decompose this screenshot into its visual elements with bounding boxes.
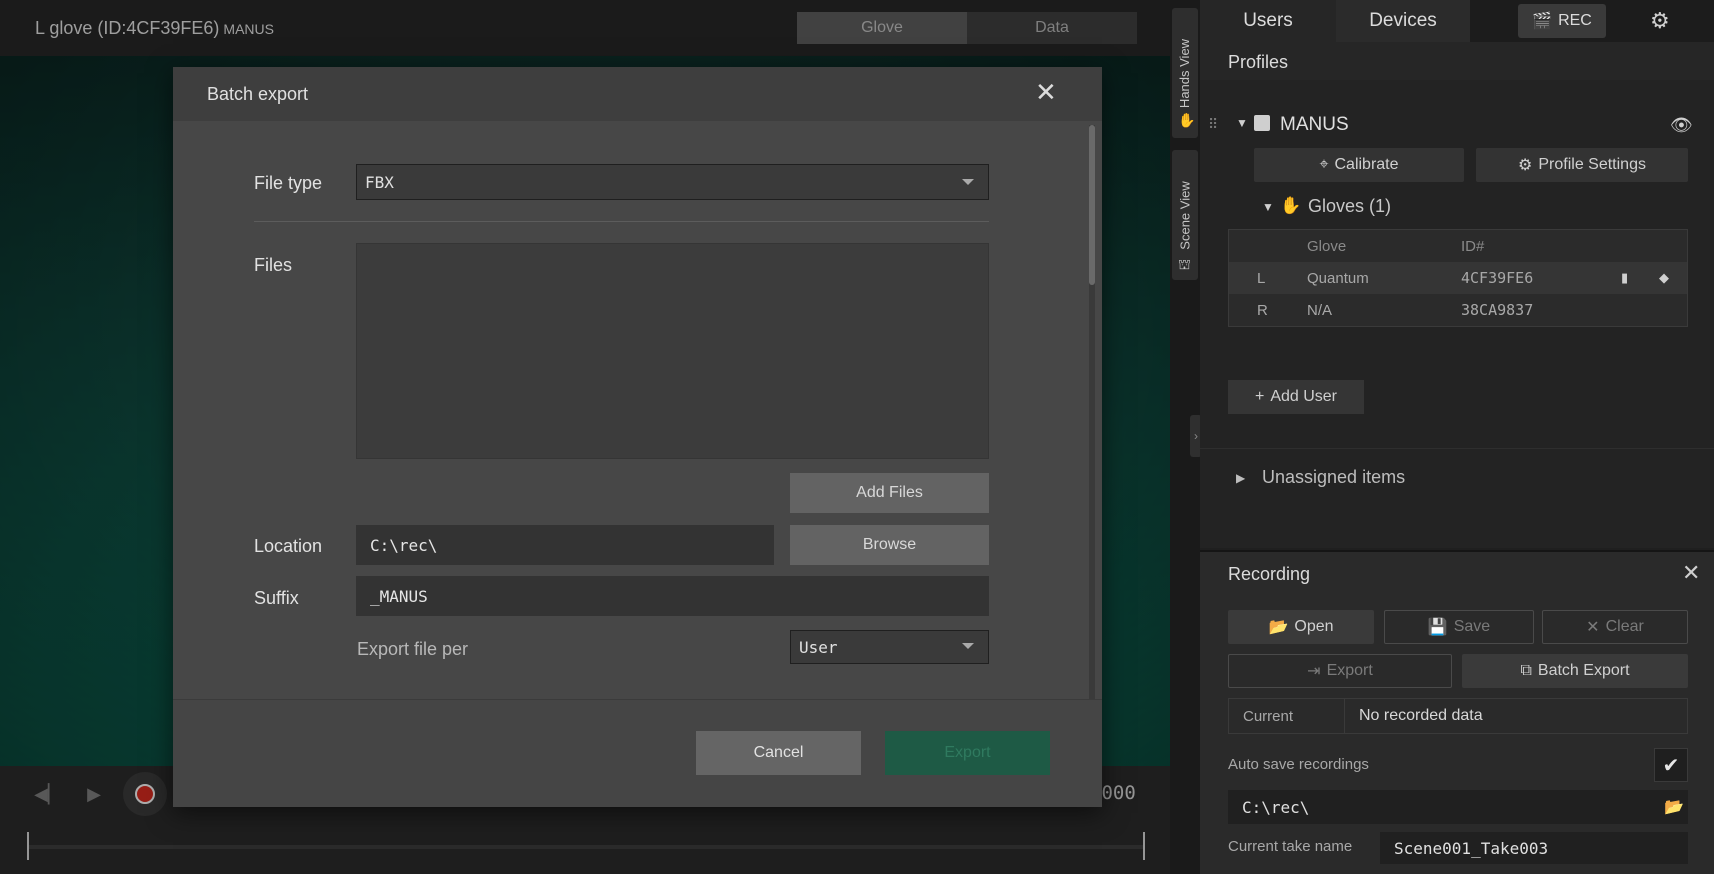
- gear-icon[interactable]: ⚙: [1650, 8, 1670, 34]
- add-user-button[interactable]: + Add User: [1228, 380, 1364, 414]
- dialog-title: Batch export: [207, 84, 309, 104]
- column-header-glove: Glove: [1307, 237, 1347, 255]
- location-label: Location: [254, 536, 323, 556]
- right-panel: Users Devices 🎬 REC ⚙ Profiles ⠿ ▼ MANUS…: [1200, 0, 1714, 874]
- file-type-label: File type: [254, 173, 323, 193]
- take-name-field[interactable]: Scene001_Take003: [1380, 832, 1688, 864]
- current-value: No recorded data: [1359, 707, 1483, 724]
- close-icon[interactable]: ✕: [1682, 560, 1700, 586]
- rec-button-label: REC: [1558, 12, 1592, 29]
- export-label: Export: [1326, 662, 1373, 679]
- files-list[interactable]: [356, 243, 989, 459]
- open-label: Open: [1294, 618, 1334, 635]
- open-button[interactable]: 📂 Open: [1228, 610, 1374, 644]
- hand-icon: ✋: [1280, 196, 1302, 215]
- batch-export-label: Batch Export: [1537, 662, 1630, 679]
- gloves-label: Gloves (1): [1308, 196, 1392, 216]
- tab-users[interactable]: Users: [1200, 0, 1336, 42]
- recording-title: Recording: [1228, 564, 1311, 584]
- glove-id: 38CA9837: [1461, 301, 1534, 319]
- recording-panel: Recording ✕ 📂 Open 💾 Save ✕ Clear ⇥ Expo…: [1200, 550, 1714, 874]
- export-per-value: User: [799, 637, 838, 657]
- file-type-select[interactable]: FBX: [356, 164, 989, 200]
- checkmark-icon: ✔: [1662, 754, 1680, 777]
- batch-export-icon: ⧉: [1520, 662, 1532, 679]
- batch-export-button[interactable]: ⧉ Batch Export: [1462, 654, 1688, 688]
- divider: [254, 221, 989, 222]
- save-button[interactable]: 💾 Save: [1384, 610, 1534, 644]
- profile-name: MANUS: [1280, 114, 1349, 135]
- clapperboard-icon: 🎬: [1532, 13, 1553, 30]
- current-recording-row: Current No recorded data: [1228, 698, 1688, 734]
- x-icon: ✕: [1586, 619, 1600, 636]
- add-user-label: Add User: [1270, 388, 1338, 405]
- current-label: Current: [1229, 699, 1345, 733]
- export-icon: ⇥: [1307, 663, 1321, 680]
- add-files-button[interactable]: Add Files: [790, 473, 989, 513]
- folder-icon: 📂: [1268, 619, 1289, 636]
- profile-settings-label: Profile Settings: [1538, 156, 1646, 173]
- gloves-table: Glove ID# L Quantum 4CF39FE6 ▮ ◆ R N/A 3…: [1228, 229, 1688, 327]
- glove-id: 4CF39FE6: [1461, 269, 1534, 287]
- clear-label: Clear: [1605, 618, 1644, 635]
- export-button[interactable]: Export: [885, 731, 1050, 775]
- export-per-label: Export file per: [357, 639, 469, 659]
- save-label: Save: [1453, 618, 1491, 635]
- plus-icon: +: [1254, 388, 1265, 405]
- dialog-header: Batch export ✕: [173, 67, 1102, 121]
- dialog-scrollbar-thumb[interactable]: [1089, 125, 1095, 285]
- profile-settings-button[interactable]: ⚙ Profile Settings: [1476, 148, 1688, 182]
- suffix-input[interactable]: _MANUS: [356, 576, 989, 616]
- location-input[interactable]: C:\rec\: [356, 525, 774, 565]
- glove-type: Quantum: [1307, 269, 1369, 287]
- eye-icon[interactable]: 👁: [1670, 115, 1693, 136]
- folder-icon[interactable]: 📂: [1664, 797, 1684, 817]
- column-header-id: ID#: [1461, 237, 1485, 255]
- caret-down-icon[interactable]: ▼: [1262, 200, 1274, 214]
- crosshair-icon: ⌖: [1319, 156, 1329, 173]
- clear-button[interactable]: ✕ Clear: [1542, 610, 1688, 644]
- batch-export-dialog: Batch export ✕ File type FBX Files Add F…: [173, 67, 1102, 807]
- scene-view-label: Scene View: [1177, 180, 1193, 250]
- table-row[interactable]: R N/A 38CA9837: [1229, 294, 1687, 326]
- table-header-row: Glove ID#: [1229, 230, 1687, 262]
- unassigned-items-label[interactable]: Unassigned items: [1262, 467, 1405, 488]
- scene-icon: ⛫: [1178, 256, 1191, 272]
- export-per-select[interactable]: User: [790, 630, 989, 664]
- table-row[interactable]: L Quantum 4CF39FE6 ▮ ◆: [1229, 262, 1687, 294]
- glove-side: L: [1257, 269, 1266, 287]
- glove-type: N/A: [1307, 301, 1333, 319]
- glove-side: R: [1257, 301, 1268, 319]
- take-name-label: Current take name: [1228, 838, 1353, 855]
- auto-save-label: Auto save recordings: [1228, 756, 1369, 773]
- divider: [1200, 448, 1714, 449]
- caret-down-icon[interactable]: ▼: [1236, 116, 1248, 130]
- top-tabs: Users Devices 🎬 REC ⚙: [1200, 0, 1714, 42]
- close-icon[interactable]: ✕: [1035, 79, 1057, 105]
- rec-button[interactable]: 🎬 REC: [1518, 4, 1606, 38]
- gear-icon: ⚙: [1518, 157, 1533, 174]
- chevron-down-icon: [962, 179, 974, 185]
- browse-button[interactable]: Browse: [790, 525, 989, 565]
- suffix-label: Suffix: [254, 588, 299, 608]
- cancel-button[interactable]: Cancel: [696, 731, 861, 775]
- save-icon: 💾: [1427, 619, 1448, 636]
- profile-card-icon: [1254, 115, 1270, 131]
- calibrate-label: Calibrate: [1334, 156, 1399, 173]
- caret-right-icon[interactable]: ▶: [1236, 471, 1245, 485]
- auto-save-checkbox[interactable]: ✔: [1654, 748, 1688, 782]
- battery-icon: ▮: [1621, 270, 1629, 285]
- drag-handle-icon[interactable]: ⠿: [1208, 116, 1218, 133]
- hand-icon: ✋: [1178, 112, 1196, 128]
- recording-path-field[interactable]: C:\rec\: [1228, 790, 1688, 824]
- chevron-down-icon: [962, 643, 974, 649]
- file-type-value: FBX: [365, 172, 394, 192]
- tab-devices[interactable]: Devices: [1336, 0, 1470, 42]
- export-button[interactable]: ⇥ Export: [1228, 654, 1452, 688]
- hands-view-label: Hands View: [1177, 38, 1193, 108]
- signal-icon: ◆: [1659, 270, 1669, 285]
- calibrate-button[interactable]: ⌖ Calibrate: [1254, 148, 1464, 182]
- files-label: Files: [254, 255, 293, 275]
- profiles-title: Profiles: [1228, 52, 1289, 72]
